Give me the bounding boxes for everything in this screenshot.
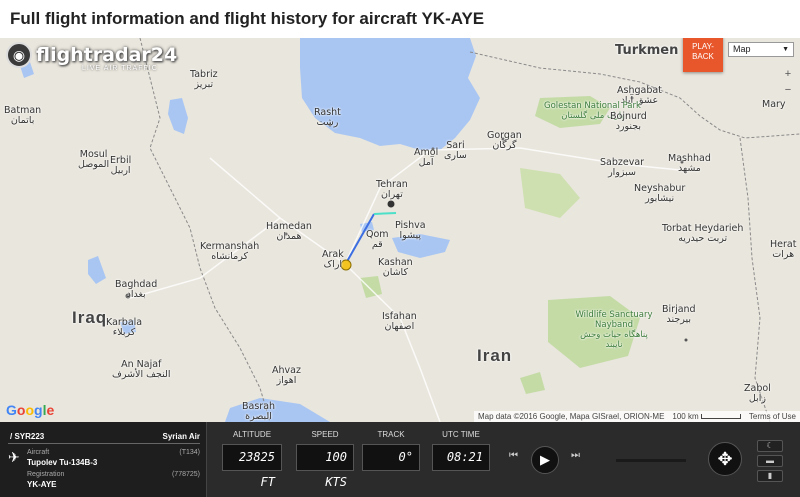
label-kashan: Kashan کاشان <box>378 257 413 278</box>
label-tehran: Tehran تهران <box>376 179 408 200</box>
label-iran: Iran <box>477 346 513 365</box>
zoom-controls: + − <box>780 66 796 98</box>
map-type-select[interactable]: Map ▼ <box>728 42 794 57</box>
label-turkmen: Turkmen <box>615 43 679 58</box>
flight-panel: / SYR223 Syrian Air ✈ Aircraft (T134) Tu… <box>0 422 800 497</box>
flight-info: / SYR223 Syrian Air ✈ Aircraft (T134) Tu… <box>0 422 207 497</box>
label-tabriz: Tabriz تبریز <box>190 69 218 90</box>
registration-label: Registration <box>27 471 65 478</box>
scale-bar: 100 km <box>672 411 741 422</box>
park-east <box>520 168 580 218</box>
label-pishva: Pishva پیشوا <box>395 220 426 241</box>
forward-button[interactable]: ⏭ <box>571 450 580 461</box>
attribution-text: Map data ©2016 Google, Mapa GISrael, ORI… <box>477 412 665 421</box>
rewind-button[interactable]: ⏮ <box>509 450 518 461</box>
speed-gauge: SPEED 100 KTS <box>296 430 354 489</box>
airline-name: Syrian Air <box>162 432 201 441</box>
logo-subtitle: LIVE AIR TRAFFIC <box>82 65 158 72</box>
altitude-gauge: ALTITUDE 23825 FT <box>222 430 282 489</box>
label-najaf: An Najaf النجف الأشرف <box>112 359 171 380</box>
aircraft-code: (T134) <box>179 449 200 456</box>
label-zabol: Zabol زابل <box>744 383 771 404</box>
label-erbil: Erbil اربيل <box>110 155 132 176</box>
label-herat: Herat هرات <box>770 239 797 260</box>
track-value: 0° <box>362 444 420 471</box>
label-rasht: Rasht رشت <box>314 107 341 128</box>
registration-value: YK-AYE <box>27 480 57 489</box>
label-bojnurd: Bojnurd بجنورد <box>610 111 647 132</box>
persian-gulf <box>225 398 330 422</box>
flight-number: / SYR223 <box>10 432 45 441</box>
flight-track-light <box>373 212 397 215</box>
label-isfahan: Isfahan اصفهان <box>382 311 417 332</box>
label-amol: Amol آمل <box>414 147 439 168</box>
airport-marker <box>387 200 395 208</box>
label-ahvaz: Ahvaz اهواز <box>272 365 301 386</box>
logo-text: flightradar24 <box>36 44 178 66</box>
google-logo: Google <box>6 402 55 418</box>
radar-icon: ◉ <box>6 42 32 68</box>
zoom-in-button[interactable]: + <box>780 66 796 82</box>
registration-code: (778725) <box>171 471 200 478</box>
track-gauge: TRACK 0° <box>362 430 420 471</box>
label-arak: Arak اراک <box>322 249 344 270</box>
caspian-sea <box>300 38 480 150</box>
speed-value: 100 KTS <box>296 444 354 489</box>
label-karbala: Karbala كربلاء <box>106 317 143 338</box>
label-sari: Sari ساری <box>444 140 467 161</box>
label-batman: Batman باتمان <box>4 105 42 126</box>
label-mosul: Mosul الموصل <box>78 149 110 170</box>
playback-button[interactable]: PLAY- BACK <box>683 38 723 72</box>
label-birjand: Birjand بیرجند <box>662 304 696 325</box>
play-button[interactable]: ▶ <box>531 446 559 474</box>
park-small <box>360 276 382 298</box>
map-attribution: Map data ©2016 Google, Mapa GISrael, ORI… <box>473 411 800 422</box>
center-map-button[interactable]: ✥ <box>708 442 742 476</box>
label-qom: Qom قم <box>366 229 389 250</box>
lake-urmia <box>168 98 188 134</box>
moon-icon[interactable]: ☾ <box>757 440 783 452</box>
altitude-value: 23825 FT <box>222 444 282 489</box>
aircraft-label: Aircraft <box>27 449 50 456</box>
lake-iraq-1 <box>88 256 106 284</box>
zoom-out-button[interactable]: − <box>780 82 796 98</box>
label-iraq: Iraq <box>72 308 108 327</box>
border-afghan <box>739 137 771 422</box>
aircraft-value: Tupolev Tu-134B-3 <box>27 458 98 467</box>
label-neyshabur: Neyshabur نیشابور <box>634 183 686 204</box>
playback-slider[interactable] <box>616 459 686 462</box>
terms-link[interactable]: Terms of Use <box>749 411 796 422</box>
airplane-icon: ✈ <box>8 449 20 465</box>
label-torbat: Torbat Heydarieh تربت حیدریه <box>662 223 744 244</box>
flight-map[interactable]: Turkmen Tabriz تبریز Batman باتمان Rasht رش… <box>0 38 800 422</box>
page-title: Full flight information and flight histo… <box>10 9 485 28</box>
label-baghdad: Baghdad بغداد <box>115 279 158 300</box>
label-kermanshah: Kermanshah کرمانشاه <box>200 241 260 262</box>
label-mary: Mary <box>762 99 786 110</box>
label-mashhad: Mashhad مشهد <box>668 153 711 174</box>
divider <box>8 443 200 444</box>
label-gorgan: Gorgan گرگان <box>487 130 522 151</box>
toggle-icon[interactable]: ▬ <box>757 455 783 467</box>
label-sabzevar: Sabzevar سبزوار <box>600 157 645 178</box>
label-hamedan: Hamedan همدان <box>266 221 312 242</box>
chart-icon[interactable]: ▮ <box>757 470 783 482</box>
utc-gauge: UTC TIME 08:21 <box>432 430 490 471</box>
label-basrah: Basrah البصرة <box>242 401 276 422</box>
chevron-down-icon: ▼ <box>782 46 789 53</box>
label-nayband: Wildlife Sanctuary Nayband پناهگاه حیات و… <box>575 310 653 350</box>
road-2 <box>344 263 441 422</box>
park-small-2 <box>520 372 545 394</box>
utc-value: 08:21 <box>432 444 490 471</box>
